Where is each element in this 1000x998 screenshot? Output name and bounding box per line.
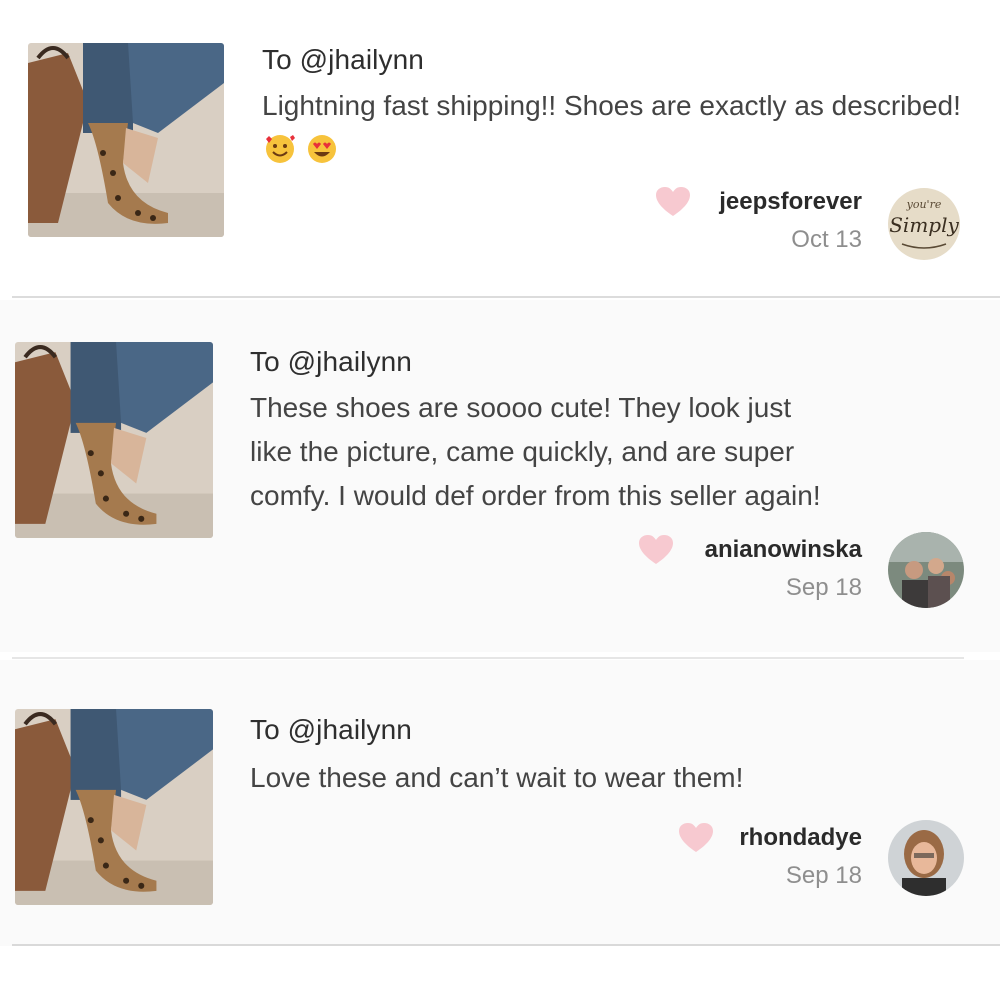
heart-icon[interactable] — [638, 534, 674, 571]
avatar-text-top: you're — [906, 198, 942, 211]
review-text: Lightning fast shipping!! Shoes are exac… — [262, 84, 962, 178]
review-text-line: comfy. I would def order from this selle… — [250, 480, 821, 511]
review-divider — [12, 657, 964, 659]
reviewer-avatar[interactable] — [888, 820, 964, 896]
review-date: Sep 18 — [785, 862, 862, 889]
review-date: Sep 18 — [785, 574, 862, 601]
heart-icon[interactable] — [678, 822, 714, 859]
smiling-face-with-hearts-icon — [264, 133, 296, 178]
review-recipient: To @jhailynn — [250, 714, 412, 745]
product-thumbnail[interactable] — [15, 342, 213, 538]
review-text-content: Lightning fast shipping!! Shoes are exac… — [262, 90, 961, 121]
review-recipient: To @jhailynn — [250, 346, 412, 377]
reviewer-username[interactable]: jeepsforever — [719, 188, 862, 216]
reviewer-username[interactable]: rhondadye — [739, 824, 862, 852]
review-divider — [12, 296, 1000, 298]
reviewer-avatar[interactable] — [888, 532, 964, 608]
review-date: Oct 13 — [791, 226, 862, 253]
reviewer-avatar[interactable]: you're Simply — [888, 188, 960, 260]
review-recipient: To @jhailynn — [262, 44, 424, 75]
product-thumbnail[interactable] — [28, 43, 224, 237]
review-text-line: These shoes are soooo cute! They look ju… — [250, 392, 792, 423]
review-text: Love these and can’t wait to wear them! — [250, 762, 744, 793]
heart-eyes-icon — [306, 133, 338, 178]
review-divider — [12, 944, 1000, 946]
avatar-text-main: Simply — [889, 213, 959, 237]
review-text: These shoes are soooo cute! They look ju… — [250, 386, 970, 518]
reviewer-username[interactable]: anianowinska — [705, 536, 862, 564]
product-thumbnail[interactable] — [15, 709, 213, 905]
review-text-line: like the picture, came quickly, and are … — [250, 436, 795, 467]
review-card: To @jhailynn Love these and can’t wait t… — [0, 660, 1000, 946]
review-card: To @jhailynn These shoes are soooo cute!… — [0, 300, 1000, 652]
review-card: To @jhailynn Lightning fast shipping!! S… — [0, 0, 1000, 300]
heart-icon[interactable] — [655, 186, 691, 223]
